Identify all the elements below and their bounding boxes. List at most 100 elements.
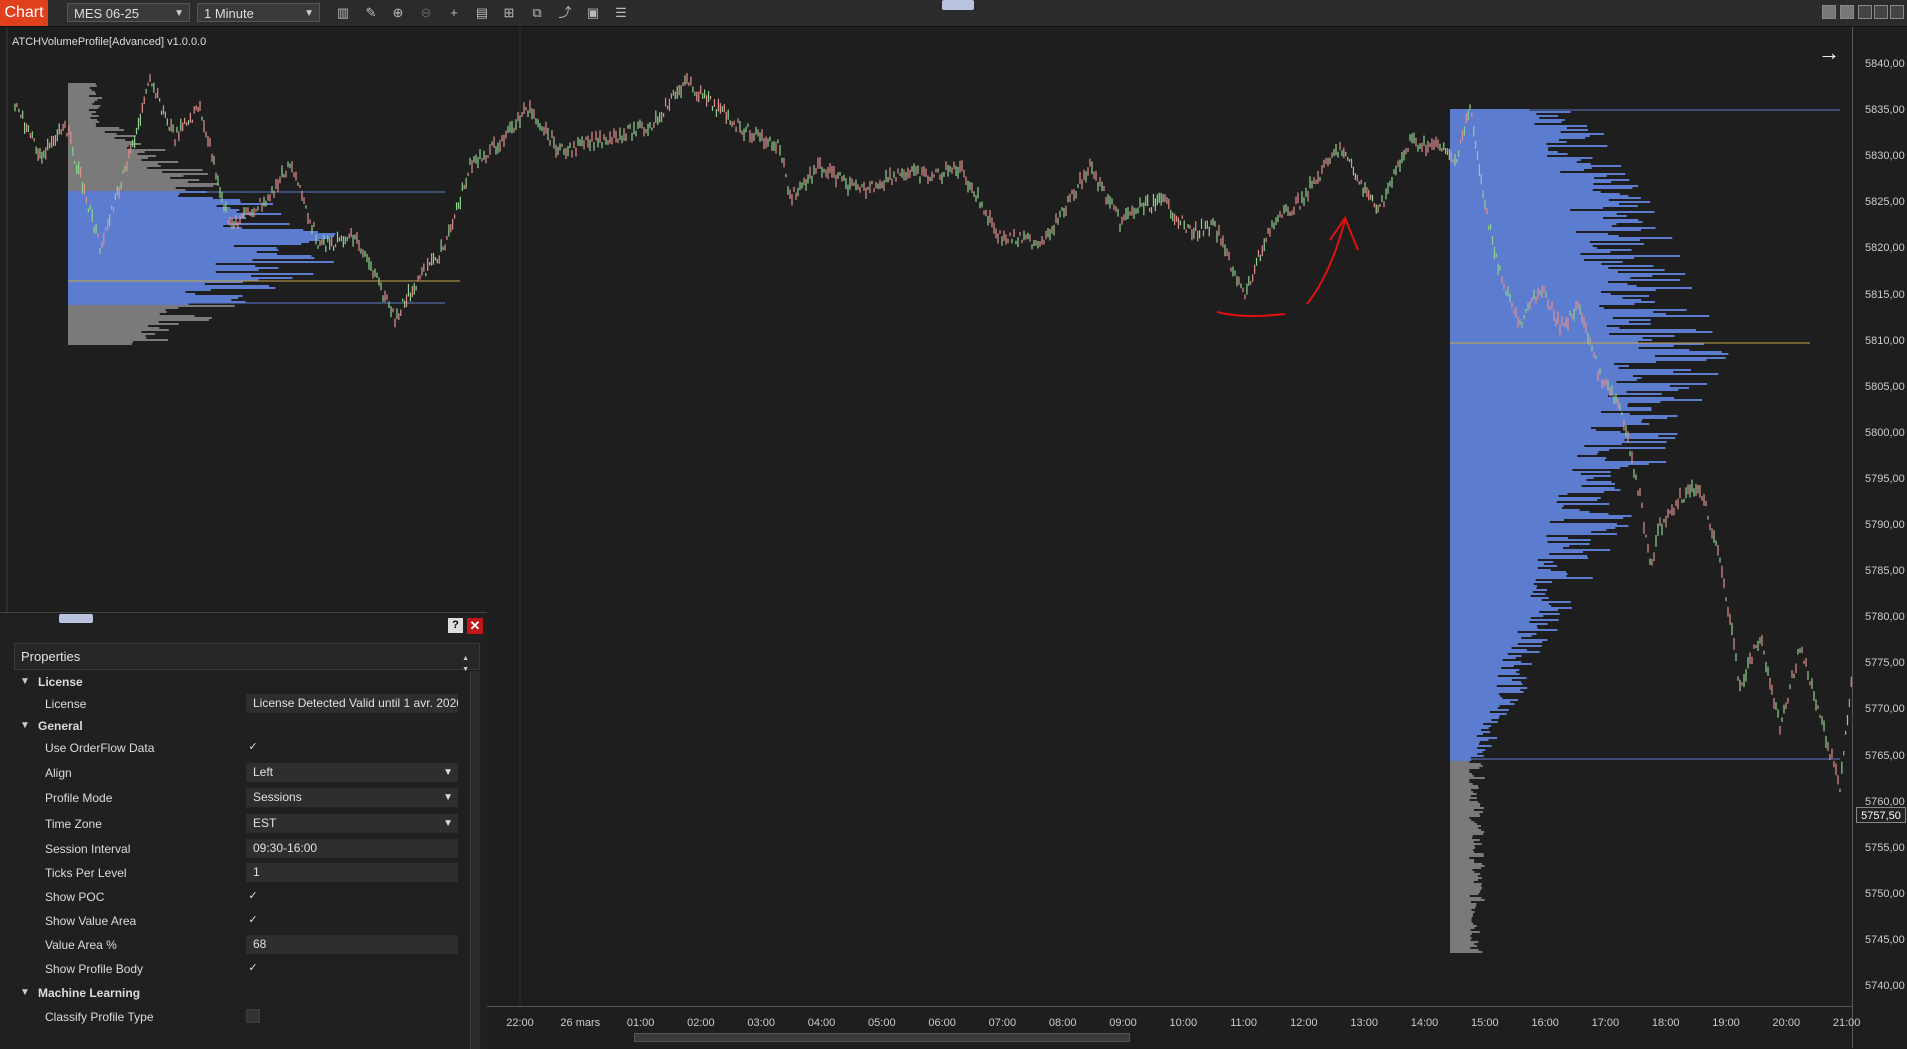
right-profile-bar — [1450, 873, 1481, 875]
category-machine-learning[interactable]: ▼ Machine Learning — [14, 982, 470, 1004]
right-profile-bar — [1450, 347, 1639, 349]
right-profile-bar — [1450, 651, 1540, 653]
price-tick-label: 5835,00 — [1865, 104, 1905, 117]
arrow-right-icon[interactable]: → — [1818, 40, 1840, 66]
horizontal-scrollbar[interactable] — [634, 1033, 1130, 1042]
right-profile-bar — [1450, 849, 1474, 851]
right-profile-bar — [1450, 369, 1691, 371]
left-profile-bar — [68, 275, 252, 277]
right-profile-bar — [1450, 947, 1471, 949]
right-profile-bar — [1450, 309, 1687, 311]
right-profile-bar — [1450, 443, 1622, 445]
templates-icon[interactable]: ⊞ — [500, 4, 518, 22]
right-profile-bar — [1450, 249, 1632, 251]
left-profile-bar — [68, 163, 158, 165]
left-profile-bar — [68, 245, 234, 247]
right-profile-bar — [1450, 753, 1478, 755]
interval-select[interactable]: 1 Minute ▼ — [197, 3, 320, 22]
right-profile-bar — [1450, 675, 1498, 677]
right-profile-bar — [1450, 829, 1482, 831]
help-button[interactable]: ? — [448, 618, 463, 633]
price-tick-label: 5815,00 — [1865, 288, 1905, 301]
indicators-icon[interactable]: ⧉ — [528, 4, 546, 22]
bar-type-icon[interactable]: ▥ — [334, 4, 352, 22]
value-area-pct-input[interactable]: 68 — [246, 935, 458, 954]
properties-icon[interactable]: ▤ — [473, 4, 491, 22]
object-list-icon[interactable]: ☰ — [612, 4, 630, 22]
classify-profile-checkbox[interactable] — [246, 1009, 260, 1023]
right-profile-bar — [1450, 139, 1560, 141]
properties-scrollbar[interactable] — [470, 671, 480, 1049]
ticks-per-level-input[interactable]: 1 — [246, 863, 458, 882]
right-profile-bar — [1450, 457, 1607, 459]
collapse-triangle-icon[interactable]: ▼ — [20, 987, 30, 998]
instrument-select[interactable]: MES 06-25 ▼ — [67, 3, 190, 22]
right-profile-bar — [1450, 889, 1481, 891]
right-profile-bar — [1450, 615, 1544, 617]
zoom-out-icon[interactable]: ⊖ — [417, 4, 435, 22]
right-profile-bar — [1450, 213, 1617, 215]
right-profile-bar — [1450, 245, 1593, 247]
left-profile-bar — [68, 111, 96, 113]
show-profile-body-checkbox[interactable]: ✓ — [246, 961, 260, 975]
collapse-triangle-icon[interactable]: ▼ — [20, 720, 30, 731]
right-profile-bar — [1450, 471, 1611, 473]
panel-drag-handle[interactable] — [942, 0, 974, 10]
right-profile-bar — [1450, 323, 1651, 325]
right-profile-bar — [1450, 905, 1477, 907]
instrument-value: MES 06-25 — [74, 6, 140, 21]
right-profile-bar — [1450, 533, 1617, 535]
use-orderflow-checkbox[interactable]: ✓ — [246, 740, 260, 754]
draw-pencil-icon[interactable]: ✎ — [362, 4, 380, 22]
right-profile-bar — [1450, 579, 1536, 581]
right-profile-bar — [1450, 877, 1482, 879]
close-button[interactable]: ✕ — [467, 618, 483, 634]
close-window-button[interactable] — [1890, 5, 1904, 19]
license-value[interactable]: License Detected Valid until 1 avr. 2026 — [246, 694, 458, 713]
right-profile-bar — [1450, 589, 1548, 591]
tile-window-button[interactable] — [1822, 5, 1836, 19]
right-profile-bar — [1450, 425, 1624, 427]
show-value-area-checkbox[interactable]: ✓ — [246, 913, 260, 927]
price-tick-label: 5770,00 — [1865, 703, 1905, 716]
properties-drag-handle[interactable] — [59, 614, 93, 623]
collapse-triangle-icon[interactable]: ▼ — [20, 676, 30, 687]
left-profile-bar — [68, 255, 312, 257]
left-profile-bar — [68, 181, 188, 183]
right-profile-bar — [1450, 299, 1642, 301]
cascade-window-button[interactable] — [1840, 5, 1854, 19]
strategies-icon[interactable]: ⤴ — [556, 4, 574, 22]
interval-value: 1 Minute — [204, 6, 254, 21]
chart-tab[interactable]: Chart — [0, 0, 48, 26]
right-profile-bar — [1450, 487, 1615, 489]
right-profile-bar — [1450, 711, 1490, 713]
crosshair-icon[interactable]: + — [445, 4, 463, 22]
right-profile-bar — [1450, 835, 1473, 837]
right-profile-bar — [1450, 581, 1553, 583]
right-profile-bar — [1450, 355, 1655, 357]
show-poc-checkbox[interactable]: ✓ — [246, 889, 260, 903]
right-profile-bar — [1450, 645, 1542, 647]
right-profile-bar — [1450, 661, 1522, 663]
data-box-icon[interactable]: ▣ — [584, 4, 602, 22]
right-profile-bar — [1450, 565, 1558, 567]
right-profile-bar — [1450, 269, 1665, 271]
right-profile-bar — [1450, 199, 1609, 201]
profile-mode-select[interactable]: Sessions ▼ — [246, 788, 458, 807]
align-select[interactable]: Left ▼ — [246, 763, 458, 782]
left-profile-bar — [68, 177, 171, 179]
right-profile-bar — [1450, 863, 1483, 865]
left-profile-bar — [68, 277, 293, 279]
price-axis[interactable]: 5840,00 5835,00 5830,00 5825,00 5820,00 5815,… — [1852, 27, 1907, 1048]
right-profile-bar — [1450, 483, 1615, 485]
session-interval-input[interactable]: 09:30-16:00 — [246, 839, 458, 858]
restore-window-button[interactable] — [1874, 5, 1888, 19]
right-profile-bar — [1450, 561, 1554, 563]
category-license[interactable]: ▼ License — [14, 671, 470, 693]
time-zone-select[interactable]: EST ▼ — [246, 814, 458, 833]
minimize-window-button[interactable] — [1858, 5, 1872, 19]
right-profile-bar — [1450, 195, 1629, 197]
category-general[interactable]: ▼ General — [14, 715, 470, 737]
zoom-in-icon[interactable]: ⊕ — [389, 4, 407, 22]
right-profile-bar — [1450, 233, 1609, 235]
